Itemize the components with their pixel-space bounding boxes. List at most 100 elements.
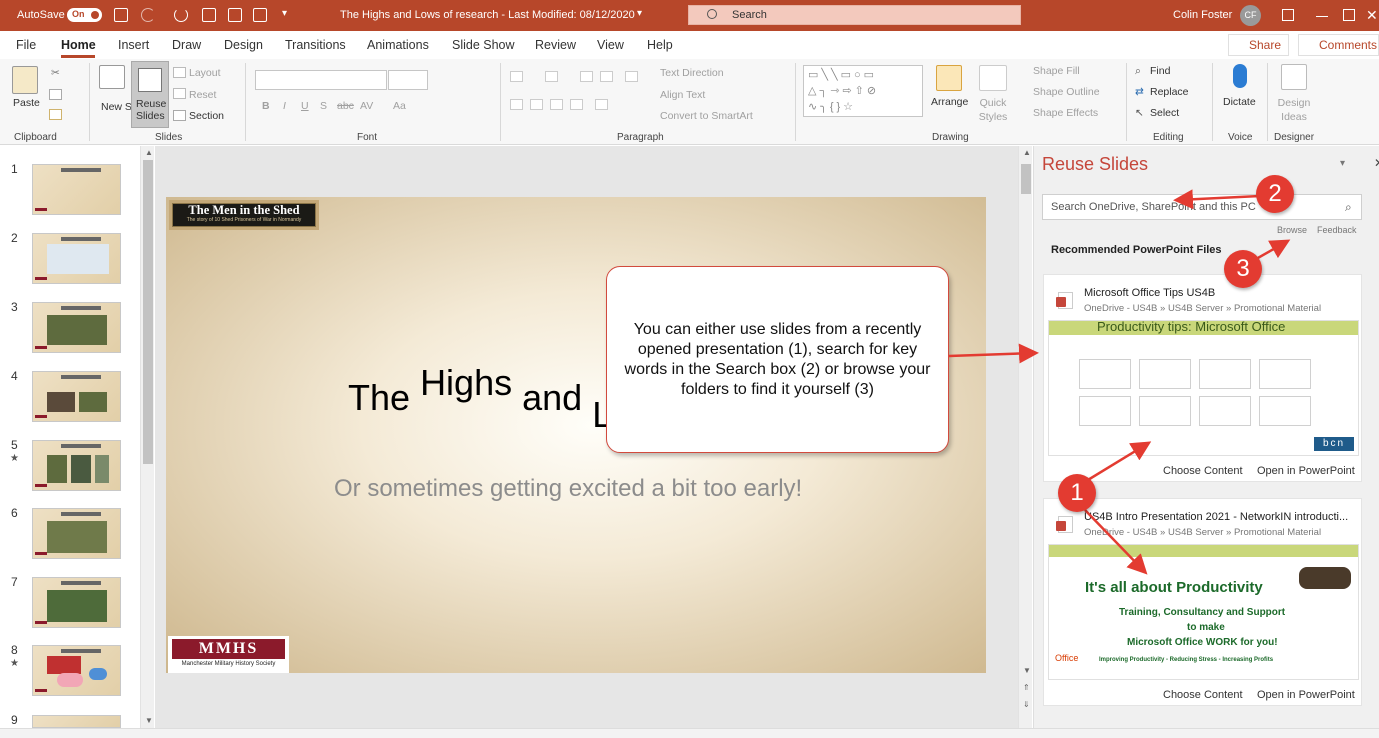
previous-slide-icon[interactable]: ⇑ <box>1023 683 1030 692</box>
slide-thumbnail-5[interactable] <box>32 440 121 491</box>
arrange-button[interactable]: Arrange <box>931 96 968 108</box>
shape-effects-button[interactable]: Shape Effects <box>1033 107 1098 119</box>
convert-smartart-button[interactable]: Convert to SmartArt <box>660 110 753 122</box>
tab-design[interactable]: Design <box>224 38 263 52</box>
new-file-icon[interactable] <box>228 8 242 22</box>
slide-thumbnail-2[interactable] <box>32 233 121 284</box>
document-title[interactable]: The Highs and Lows of research - Last Mo… <box>340 9 635 21</box>
layout-button[interactable]: Layout <box>189 67 221 79</box>
file-preview[interactable]: It's all about Productivity Training, Co… <box>1048 544 1359 680</box>
slide-thumbnail-1[interactable] <box>32 164 121 215</box>
reuse-search-input[interactable]: Search OneDrive, SharePoint and this PC … <box>1042 194 1362 220</box>
align-right-icon[interactable] <box>550 99 563 110</box>
open-in-powerpoint-button[interactable]: Open in PowerPoint <box>1257 465 1355 477</box>
bullets-icon[interactable] <box>510 71 523 82</box>
numbering-icon[interactable] <box>545 71 558 82</box>
customize-toolbar-icon[interactable]: ▾ <box>282 8 287 19</box>
tab-transitions[interactable]: Transitions <box>285 38 346 52</box>
italic-button[interactable]: I <box>283 100 286 112</box>
minimize-icon[interactable] <box>1316 16 1328 17</box>
section-button[interactable]: Section <box>189 110 224 122</box>
slide-scrollbar[interactable]: ▲ ▼ ⇑ ⇓ <box>1018 146 1032 728</box>
next-slide-icon[interactable]: ⇓ <box>1023 700 1030 709</box>
tab-review[interactable]: Review <box>535 38 576 52</box>
tab-home[interactable]: Home <box>61 38 96 52</box>
close-icon[interactable]: ✕ <box>1366 7 1378 24</box>
recommended-file-card[interactable]: Microsoft Office Tips US4B OneDrive - US… <box>1043 274 1362 482</box>
slide-thumbnail-7[interactable] <box>32 577 121 628</box>
strikethrough-button[interactable]: abc <box>337 100 354 112</box>
select-button[interactable]: Select <box>1150 107 1179 119</box>
slide-thumbnail-4[interactable] <box>32 371 121 422</box>
user-name[interactable]: Colin Foster <box>1173 9 1232 21</box>
comments-button[interactable]: Comments <box>1298 34 1379 56</box>
decrease-indent-icon[interactable] <box>580 71 593 82</box>
shape-fill-button[interactable]: Shape Fill <box>1033 65 1080 77</box>
open-in-powerpoint-button[interactable]: Open in PowerPoint <box>1257 689 1355 701</box>
choose-content-button[interactable]: Choose Content <box>1163 689 1243 701</box>
panel-options-icon[interactable]: ▾ <box>1340 158 1345 169</box>
align-center-icon[interactable] <box>530 99 543 110</box>
columns-icon[interactable] <box>595 99 608 110</box>
present-icon[interactable] <box>202 8 216 22</box>
cut-icon[interactable]: ✂ <box>51 67 60 79</box>
scroll-up-icon[interactable]: ▲ <box>145 148 153 157</box>
scroll-thumb[interactable] <box>1021 164 1031 194</box>
line-spacing-icon[interactable] <box>625 71 638 82</box>
new-slide-icon[interactable] <box>99 65 125 89</box>
shape-outline-button[interactable]: Shape Outline <box>1033 86 1100 98</box>
panel-close-icon[interactable]: ✕ <box>1374 156 1379 170</box>
align-text-button[interactable]: Align Text <box>660 89 705 101</box>
open-folder-icon[interactable] <box>253 8 267 22</box>
slide-thumbnail-3[interactable] <box>32 302 121 353</box>
paste-icon[interactable] <box>12 66 38 94</box>
copy-icon[interactable] <box>49 89 62 100</box>
font-size-select[interactable] <box>388 70 428 90</box>
file-title[interactable]: US4B Intro Presentation 2021 - NetworkIN… <box>1084 511 1356 523</box>
reuse-slides-button[interactable]: Reuse Slides <box>131 61 169 128</box>
save-icon[interactable] <box>114 8 128 22</box>
font-name-select[interactable] <box>255 70 387 90</box>
title-chevron-down-icon[interactable]: ▾ <box>637 8 642 19</box>
text-direction-button[interactable]: Text Direction <box>660 67 724 79</box>
recommended-file-card[interactable]: US4B Intro Presentation 2021 - NetworkIN… <box>1043 498 1362 706</box>
tab-insert[interactable]: Insert <box>118 38 149 52</box>
search-icon[interactable]: ⌕ <box>1345 200 1352 215</box>
scroll-up-icon[interactable]: ▲ <box>1023 148 1031 157</box>
increase-indent-icon[interactable] <box>600 71 613 82</box>
search-box[interactable]: Search <box>688 5 1021 25</box>
justify-icon[interactable] <box>570 99 583 110</box>
undo-icon[interactable] <box>141 8 155 22</box>
file-preview[interactable]: Productivity tips: Microsoft Office bcn <box>1048 320 1359 456</box>
bold-button[interactable]: B <box>262 100 270 112</box>
quick-styles-button[interactable]: Quick Styles <box>975 96 1011 124</box>
choose-content-button[interactable]: Choose Content <box>1163 465 1243 477</box>
browse-link[interactable]: Browse <box>1277 225 1307 235</box>
tab-animations[interactable]: Animations <box>367 38 429 52</box>
tab-view[interactable]: View <box>597 38 624 52</box>
feedback-link[interactable]: Feedback <box>1317 225 1357 235</box>
scroll-thumb[interactable] <box>143 160 153 464</box>
reset-button[interactable]: Reset <box>189 89 216 101</box>
char-spacing-button[interactable]: AV <box>360 100 373 112</box>
file-title[interactable]: Microsoft Office Tips US4B <box>1084 287 1356 299</box>
scroll-down-icon[interactable]: ▼ <box>1023 666 1031 675</box>
autosave-toggle[interactable]: On <box>67 8 102 22</box>
avatar[interactable]: CF <box>1240 5 1261 26</box>
shapes-gallery[interactable]: ▭╲╲▭○▭ △┐⇾⇨⇧⊘ ∿╮{}☆ <box>803 65 923 117</box>
slide-thumbnail-6[interactable] <box>32 508 121 559</box>
share-button[interactable]: Share <box>1228 34 1289 56</box>
slide-subtitle[interactable]: Or sometimes getting excited a bit too e… <box>334 475 802 503</box>
slide-title[interactable]: The Highs and Lo <box>348 362 632 435</box>
find-button[interactable]: Find <box>1150 65 1170 77</box>
thumbnails-scrollbar[interactable]: ▲ ▼ <box>140 146 154 728</box>
restore-icon[interactable] <box>1343 9 1355 21</box>
format-painter-icon[interactable] <box>49 109 62 120</box>
slide-thumbnail-9[interactable] <box>32 715 121 728</box>
tab-draw[interactable]: Draw <box>172 38 201 52</box>
tab-help[interactable]: Help <box>647 38 673 52</box>
align-left-icon[interactable] <box>510 99 523 110</box>
tab-file[interactable]: File <box>16 38 36 52</box>
paste-button[interactable]: Paste <box>13 97 40 109</box>
scroll-down-icon[interactable]: ▼ <box>145 716 153 725</box>
